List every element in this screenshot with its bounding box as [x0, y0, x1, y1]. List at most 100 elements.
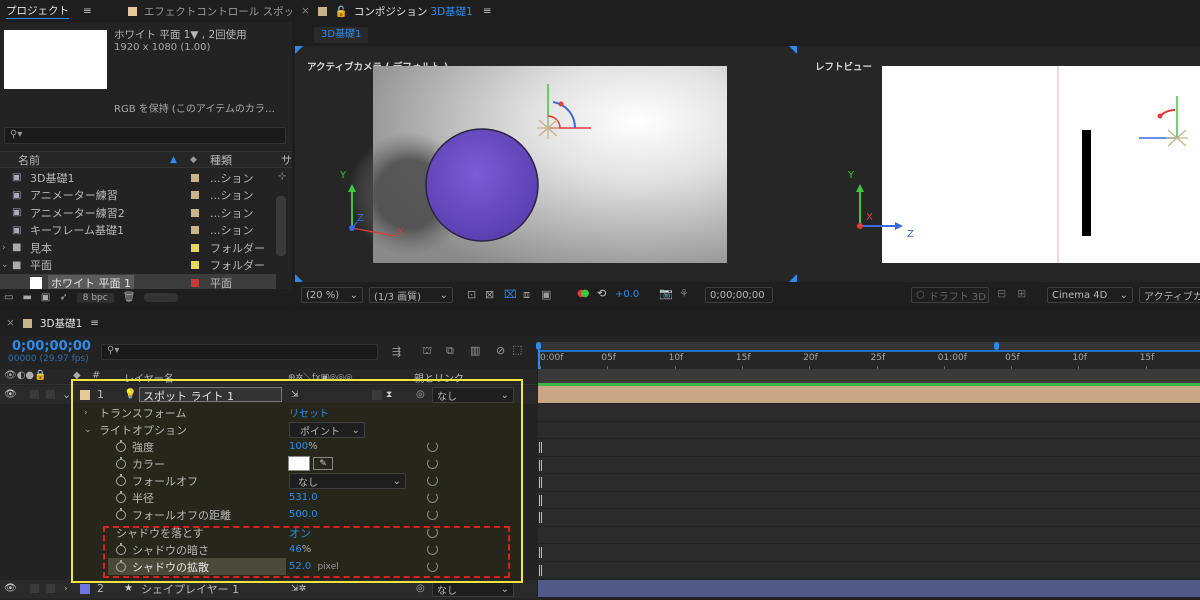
- layer-label-color[interactable]: [80, 583, 90, 594]
- left-view[interactable]: [815, 46, 1200, 282]
- keyframe-navigator-marker[interactable]: [539, 512, 542, 523]
- project-item-row[interactable]: ▣ 3D基礎1 ...ション: [0, 169, 276, 187]
- expand-chevron-icon[interactable]: ⌄: [62, 388, 71, 401]
- active-camera-view[interactable]: [295, 46, 795, 282]
- snapshot-icon[interactable]: 📷: [659, 287, 673, 300]
- item-label-color[interactable]: [191, 191, 199, 200]
- solo-toggle[interactable]: [30, 584, 39, 594]
- hamburger-icon[interactable]: ≡: [83, 5, 92, 17]
- graph-editor-toggle-icon[interactable]: ⬚: [512, 343, 522, 356]
- keyframe-navigator-marker[interactable]: [539, 564, 542, 576]
- extended-viewer-icon[interactable]: ⊞: [1017, 287, 1026, 300]
- project-item-row[interactable]: ▣ キーフレーム基礎1 ...ション: [0, 222, 276, 240]
- keyframe-navigator-marker[interactable]: [539, 442, 542, 453]
- camera-dropdown[interactable]: アクティブカメラ: [1139, 287, 1200, 303]
- keyframe-navigator-marker[interactable]: [539, 459, 542, 471]
- flowchart-icon[interactable]: ⊹: [278, 171, 286, 182]
- renderer-dropdown[interactable]: Cinema 4D ⌄: [1047, 287, 1133, 303]
- column-size[interactable]: サ: [281, 152, 292, 168]
- star-icon: ★: [124, 583, 133, 595]
- item-type: ...ション: [210, 189, 254, 203]
- exposure-reset-icon[interactable]: ⟲: [597, 287, 606, 300]
- chevron-down-icon[interactable]: ⌄: [1, 260, 9, 270]
- lock-toggle[interactable]: [46, 390, 55, 400]
- expand-chevron-icon[interactable]: ›: [64, 584, 68, 594]
- eye-icon[interactable]: 👁: [4, 389, 17, 400]
- color-channels-icon[interactable]: ●●: [577, 288, 589, 299]
- item-name: アニメーター練習: [30, 189, 118, 203]
- project-scrollbar[interactable]: [276, 196, 286, 256]
- frame-blending-icon[interactable]: ▥: [470, 344, 480, 357]
- bpc-button[interactable]: 8 bpc: [76, 292, 114, 303]
- exposure-value[interactable]: +0.0: [615, 289, 639, 300]
- axis-y-label: Y: [340, 170, 347, 181]
- comp-breadcrumb[interactable]: 3D基礎1: [314, 27, 369, 43]
- eye-icon[interactable]: 👁: [4, 583, 17, 594]
- zoom-dropdown[interactable]: (20 %) ⌄: [301, 287, 363, 303]
- item-label-color[interactable]: [191, 208, 199, 217]
- work-area-bar[interactable]: [538, 342, 1200, 350]
- 3d-ground-icon[interactable]: ⊟: [997, 287, 1006, 300]
- project-h-scroll[interactable]: [144, 293, 179, 302]
- column-name[interactable]: 名前: [18, 152, 40, 168]
- project-item-row[interactable]: › ■ 見本 フォルダー: [0, 239, 276, 257]
- tab-effect-controls[interactable]: エフェクトコントロール スポット: [122, 0, 292, 22]
- shy-layers-icon[interactable]: ⧉: [446, 344, 454, 358]
- column-type[interactable]: 種類: [210, 152, 232, 168]
- item-label-color[interactable]: [191, 173, 199, 182]
- keyframe-navigator-marker[interactable]: [539, 477, 542, 488]
- item-label-color[interactable]: [191, 261, 199, 270]
- chevron-right-icon[interactable]: ›: [2, 243, 6, 253]
- layer-2-duration-bar[interactable]: [538, 580, 1200, 597]
- timeline-search-input[interactable]: ⚲▾: [101, 344, 378, 360]
- resolution-dropdown[interactable]: (1/3 画質) ⌄: [369, 287, 453, 303]
- guides-icon[interactable]: ⧈: [523, 288, 530, 302]
- folder-icon: ■: [12, 242, 22, 254]
- project-item-row[interactable]: ▣ アニメーター練習 ...ション: [0, 187, 276, 205]
- new-composition-icon[interactable]: ▣: [41, 292, 50, 303]
- layer-name[interactable]: シェイプレイヤー 1: [141, 581, 239, 597]
- keyframe-navigator-marker[interactable]: [539, 494, 542, 506]
- tab-project[interactable]: プロジェクト ≡: [0, 0, 98, 22]
- hamburger-icon[interactable]: ≡: [90, 317, 99, 329]
- show-snapshot-icon[interactable]: ⚘: [679, 287, 689, 300]
- region-of-interest-icon[interactable]: ⊡: [467, 288, 476, 301]
- lock-toggle[interactable]: [46, 584, 55, 594]
- channels-icon[interactable]: ▣: [541, 288, 551, 301]
- project-item-row[interactable]: ⌄ ■ 平面 フォルダー: [0, 257, 276, 275]
- draft-3d-toggle-icon[interactable]: ⛫: [422, 344, 432, 359]
- item-type: ...ション: [210, 171, 254, 185]
- comp-flowchart-icon[interactable]: ⇶: [392, 345, 401, 358]
- shy-switch[interactable]: ⇲✲: [291, 584, 306, 594]
- new-folder-icon[interactable]: ▬: [22, 292, 31, 303]
- item-type: フォルダー: [210, 259, 265, 273]
- layer-1-duration-bar[interactable]: [538, 386, 1200, 403]
- interpret-footage-icon[interactable]: ▭: [4, 292, 13, 303]
- item-label-color[interactable]: [191, 226, 199, 235]
- trash-icon[interactable]: 🗑: [123, 292, 136, 303]
- work-area-start[interactable]: [536, 342, 541, 350]
- close-icon[interactable]: ×: [295, 0, 316, 22]
- mask-visibility-icon[interactable]: ⌧: [504, 288, 517, 301]
- tab-composition[interactable]: 🔓 コンポジション 3D基礎1 ≡: [329, 0, 498, 22]
- project-search-input[interactable]: ⚲▾: [4, 127, 286, 144]
- current-timecode[interactable]: 0;00;00;00: [12, 339, 91, 354]
- parent-dropdown[interactable]: なし ⌄: [432, 581, 514, 597]
- transparency-grid-icon[interactable]: ⊠: [485, 288, 494, 301]
- render-queue-icon[interactable]: ➶: [59, 292, 67, 303]
- timecode-field[interactable]: 0;00;00;00: [705, 287, 773, 303]
- draft-3d-button[interactable]: ⬡ ドラフト 3D: [911, 287, 989, 303]
- item-label-color[interactable]: [191, 243, 199, 252]
- project-item-row[interactable]: ▣ アニメーター練習2 ...ション: [0, 204, 276, 222]
- close-icon[interactable]: ×: [0, 310, 21, 336]
- tab-timeline[interactable]: 3D基礎1 ≡: [34, 310, 105, 336]
- lock-icon[interactable]: 🔓: [335, 5, 348, 18]
- preview-desc: RGB を保持 (このアイテムのカラ…: [114, 104, 275, 115]
- item-label-color[interactable]: [191, 278, 199, 287]
- solo-toggle[interactable]: [30, 390, 39, 400]
- hamburger-icon[interactable]: ≡: [483, 5, 492, 17]
- work-area-handle[interactable]: [994, 342, 999, 350]
- keyframe-navigator-marker[interactable]: [539, 547, 542, 558]
- motion-blur-icon[interactable]: ⊘: [496, 344, 505, 357]
- pick-whip-icon[interactable]: ◎: [416, 583, 425, 594]
